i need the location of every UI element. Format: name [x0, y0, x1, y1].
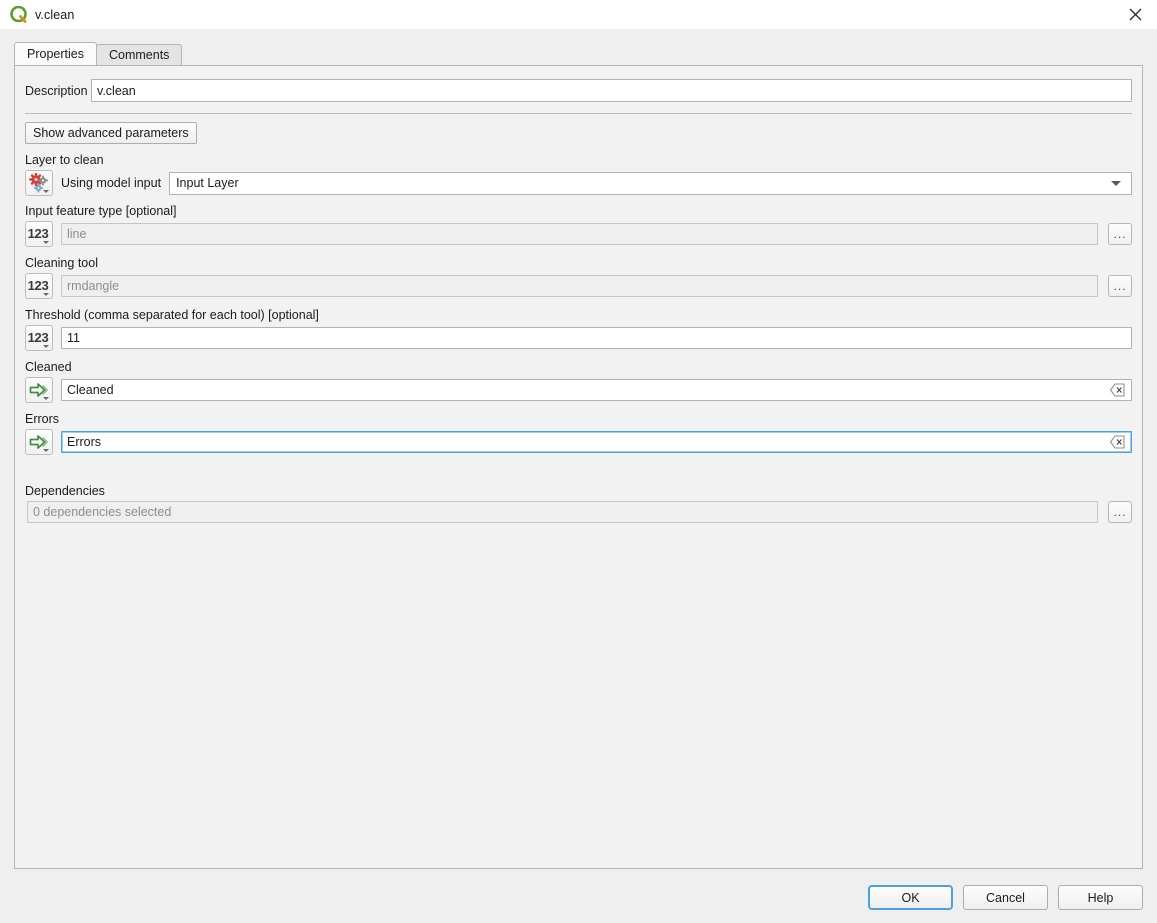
cleaning-tool-label: Cleaning tool — [25, 256, 98, 270]
model-input-gears-icon[interactable] — [25, 170, 53, 196]
ok-button[interactable]: OK — [868, 885, 953, 910]
layer-to-clean-label: Layer to clean — [25, 153, 104, 167]
number-123-icon-cleaning-tool[interactable]: 123 — [25, 273, 53, 299]
layer-to-clean-row: Using model input Input Layer — [25, 170, 1132, 196]
tab-properties[interactable]: Properties — [14, 42, 97, 65]
number-123-glyph: 123 — [27, 329, 49, 345]
clear-text-icon-errors[interactable] — [1109, 435, 1125, 449]
icon-dropdown-arrow — [43, 397, 49, 400]
window-title: v.clean — [35, 7, 75, 22]
description-input[interactable] — [91, 79, 1132, 102]
cleaning-tool-row: 123 ... — [25, 273, 1132, 299]
input-feature-type-label: Input feature type [optional] — [25, 204, 177, 218]
cleaning-tool-input[interactable] — [61, 275, 1098, 297]
description-row: Description — [25, 79, 1132, 102]
dialog-button-box: OK Cancel Help — [868, 885, 1143, 910]
icon-dropdown-arrow — [43, 293, 49, 296]
threshold-row: 123 — [25, 325, 1132, 351]
threshold-label: Threshold (comma separated for each tool… — [25, 308, 319, 322]
cancel-button[interactable]: Cancel — [963, 885, 1048, 910]
cleaned-input[interactable] — [61, 379, 1132, 401]
tab-comments[interactable]: Comments — [95, 44, 183, 65]
clear-text-icon-cleaned[interactable] — [1109, 383, 1125, 397]
cleaning-tool-browse-button[interactable]: ... — [1108, 275, 1132, 297]
using-model-input-label: Using model input — [61, 176, 162, 190]
threshold-input[interactable] — [61, 327, 1132, 349]
properties-panel: Description Show advanced parameters Lay… — [14, 65, 1143, 869]
show-advanced-parameters-button[interactable]: Show advanced parameters — [25, 122, 197, 144]
icon-dropdown-arrow — [43, 345, 49, 348]
input-feature-type-browse-button[interactable]: ... — [1108, 223, 1132, 245]
icon-dropdown-arrow — [43, 190, 49, 193]
output-arrow-icon-errors[interactable] — [25, 429, 53, 455]
output-arrow-icon-cleaned[interactable] — [25, 377, 53, 403]
section-divider — [25, 113, 1132, 114]
description-label: Description — [25, 83, 88, 98]
icon-dropdown-arrow — [43, 449, 49, 452]
dependencies-label: Dependencies — [25, 484, 105, 498]
tab-bar: Properties Comments — [14, 42, 183, 65]
close-icon[interactable] — [1113, 0, 1157, 29]
chevron-down-icon — [1111, 181, 1121, 186]
errors-label: Errors — [25, 412, 60, 426]
number-123-glyph: 123 — [27, 225, 49, 241]
dependencies-input[interactable] — [27, 501, 1098, 523]
number-123-glyph: 123 — [27, 277, 49, 293]
cleaned-row — [25, 377, 1132, 403]
icon-dropdown-arrow — [43, 241, 49, 244]
title-bar: v.clean — [0, 0, 1157, 29]
dialog-body: Properties Comments Description Show adv… — [0, 29, 1157, 923]
errors-row — [25, 429, 1132, 455]
input-feature-type-input[interactable] — [61, 223, 1098, 245]
layer-to-clean-value: Input Layer — [176, 176, 239, 190]
number-123-icon-feature-type[interactable]: 123 — [25, 221, 53, 247]
help-button[interactable]: Help — [1058, 885, 1143, 910]
errors-input[interactable] — [61, 431, 1132, 453]
qgis-logo-icon — [10, 6, 27, 23]
advanced-row: Show advanced parameters — [25, 122, 1132, 144]
input-feature-type-row: 123 ... — [25, 221, 1132, 247]
dependencies-row: ... — [25, 501, 1132, 523]
number-123-icon-threshold[interactable]: 123 — [25, 325, 53, 351]
dependencies-browse-button[interactable]: ... — [1108, 501, 1132, 523]
layer-to-clean-combo[interactable]: Input Layer — [169, 171, 1132, 195]
cleaned-label: Cleaned — [25, 360, 72, 374]
